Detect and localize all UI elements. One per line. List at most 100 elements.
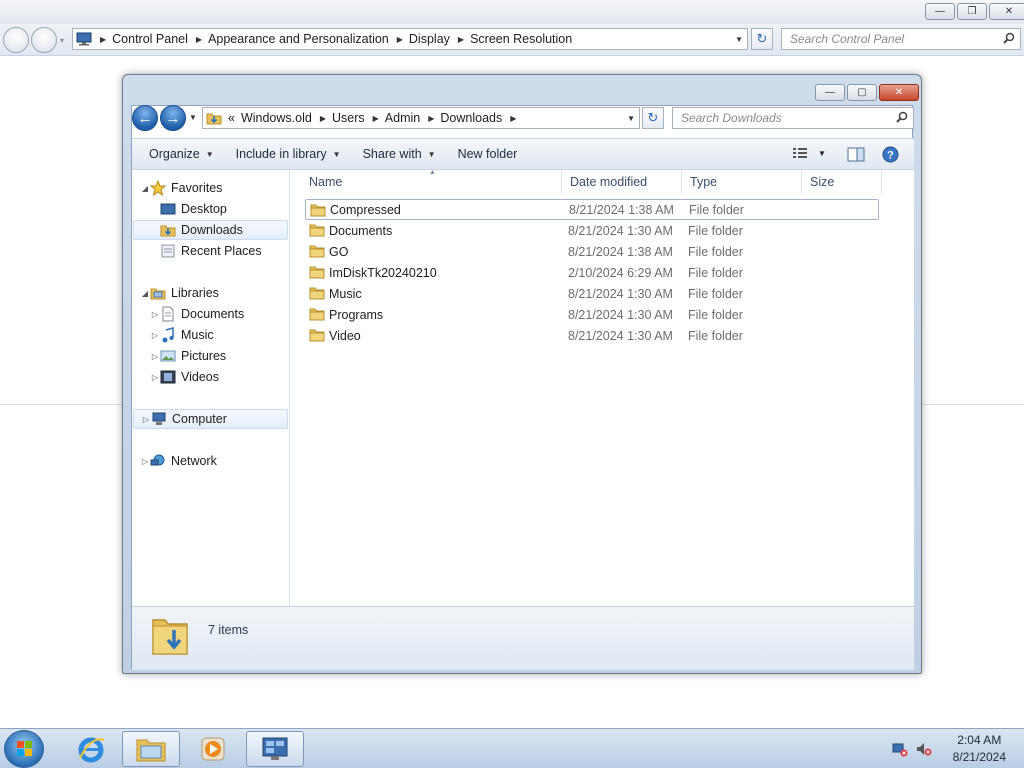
breadcrumb-windows-old[interactable]: Windows.old bbox=[241, 111, 312, 125]
share-with-label: Share with bbox=[362, 147, 422, 161]
close-button[interactable]: ✕ bbox=[989, 3, 1024, 20]
breadcrumb-overflow-icon[interactable]: « bbox=[228, 111, 235, 125]
refresh-button[interactable]: ↻ bbox=[642, 107, 664, 129]
sidebar-item-label: Desktop bbox=[181, 202, 227, 216]
refresh-button[interactable]: ↻ bbox=[751, 28, 773, 50]
breadcrumb-appearance[interactable]: Appearance and Personalization bbox=[208, 32, 389, 46]
sidebar-libraries[interactable]: ◢ Libraries bbox=[140, 283, 288, 303]
search-icon[interactable] bbox=[896, 111, 908, 123]
collapsed-triangle-icon[interactable]: ▷ bbox=[150, 373, 160, 382]
collapsed-triangle-icon[interactable]: ▷ bbox=[140, 457, 150, 466]
network-disconnected-icon[interactable] bbox=[892, 741, 908, 757]
explorer-search-input[interactable]: Search Downloads bbox=[672, 107, 914, 129]
taskbar-media-player[interactable] bbox=[184, 731, 242, 767]
sidebar-computer[interactable]: ▷ Computer bbox=[133, 409, 288, 429]
file-row[interactable]: Music 8/21/2024 1:30 AM File folder bbox=[305, 283, 879, 304]
minimize-button[interactable]: — bbox=[815, 84, 845, 101]
recent-pages-chevron-icon[interactable]: ▾ bbox=[60, 36, 64, 45]
collapsed-triangle-icon[interactable]: ▷ bbox=[150, 352, 160, 361]
sidebar-item-documents[interactable]: ▷ Documents bbox=[150, 304, 288, 324]
back-button[interactable] bbox=[3, 27, 29, 53]
file-name: ImDiskTk20240210 bbox=[329, 265, 437, 280]
breadcrumb-admin[interactable]: Admin bbox=[385, 111, 420, 125]
file-row[interactable]: Programs 8/21/2024 1:30 AM File folder bbox=[305, 304, 879, 325]
collapsed-triangle-icon[interactable]: ▷ bbox=[150, 331, 160, 340]
close-button[interactable]: ✕ bbox=[879, 84, 919, 101]
breadcrumb-control-panel[interactable]: Control Panel bbox=[112, 32, 188, 46]
column-header-date-modified[interactable]: Date modified bbox=[562, 170, 682, 194]
control-panel-icon bbox=[76, 32, 92, 46]
explorer-nav-bar: ← → ▼ « Windows.old ▶ Users ▶ Admin ▶ Do… bbox=[132, 103, 914, 133]
column-header-type-label: Type bbox=[690, 175, 718, 189]
back-arrow-icon: ← bbox=[137, 109, 153, 127]
organize-button[interactable]: Organize ▼ bbox=[141, 142, 222, 166]
include-in-library-button[interactable]: Include in library ▼ bbox=[228, 142, 349, 166]
preview-pane-icon[interactable] bbox=[847, 147, 865, 162]
chevron-down-icon: ▼ bbox=[205, 149, 214, 159]
sidebar-item-desktop[interactable]: Desktop bbox=[160, 199, 288, 219]
sidebar-favorites-label: Favorites bbox=[171, 181, 223, 195]
sidebar-item-downloads[interactable]: Downloads bbox=[133, 220, 288, 240]
forward-button[interactable] bbox=[31, 27, 57, 53]
breadcrumb-display[interactable]: Display bbox=[409, 32, 450, 46]
breadcrumb-users[interactable]: Users bbox=[332, 111, 365, 125]
file-date-modified: 8/21/2024 1:30 AM bbox=[568, 307, 673, 322]
breadcrumb-downloads[interactable]: Downloads bbox=[440, 111, 502, 125]
include-in-library-label: Include in library bbox=[235, 147, 327, 161]
recent-pages-chevron-icon[interactable]: ▼ bbox=[189, 113, 197, 122]
explorer-address-bar[interactable]: « Windows.old ▶ Users ▶ Admin ▶ Download… bbox=[202, 107, 640, 129]
file-row[interactable]: Compressed 8/21/2024 1:38 AM File folder bbox=[305, 199, 879, 220]
share-with-button[interactable]: Share with ▼ bbox=[355, 142, 444, 166]
sidebar-favorites[interactable]: ◢ Favorites bbox=[140, 178, 288, 198]
documents-icon bbox=[160, 306, 176, 322]
collapsed-triangle-icon[interactable]: ▷ bbox=[141, 415, 151, 424]
file-row[interactable]: ImDiskTk20240210 2/10/2024 6:29 AM File fo… bbox=[305, 262, 879, 283]
taskbar-windows-explorer[interactable] bbox=[122, 731, 180, 767]
music-icon bbox=[160, 327, 176, 343]
restore-icon: ❐ bbox=[967, 6, 977, 17]
column-header-type[interactable]: Type bbox=[682, 170, 802, 194]
file-row[interactable]: Video 8/21/2024 1:30 AM File folder bbox=[305, 325, 879, 346]
restore-button[interactable]: ❐ bbox=[957, 3, 987, 20]
sidebar-network[interactable]: ▷ Network bbox=[140, 451, 288, 471]
minimize-button[interactable]: — bbox=[925, 3, 955, 20]
help-icon[interactable]: ? bbox=[882, 146, 899, 163]
network-icon bbox=[150, 453, 166, 469]
column-header-size[interactable]: Size bbox=[802, 170, 882, 194]
control-panel-caption-buttons: — ❐ ✕ bbox=[925, 3, 1024, 20]
new-folder-button[interactable]: New folder bbox=[450, 142, 526, 166]
collapsed-triangle-icon[interactable]: ▷ bbox=[150, 310, 160, 319]
start-button[interactable] bbox=[4, 730, 44, 768]
maximize-button[interactable]: ▢ bbox=[847, 84, 877, 101]
control-panel-address-bar[interactable]: ▶ Control Panel ▶ Appearance and Persona… bbox=[72, 28, 748, 50]
sidebar-item-pictures[interactable]: ▷ Pictures bbox=[150, 346, 288, 366]
volume-muted-icon[interactable] bbox=[916, 741, 932, 757]
back-button[interactable]: ← bbox=[132, 105, 158, 131]
taskbar-control-panel[interactable] bbox=[246, 731, 304, 767]
videos-icon bbox=[160, 369, 176, 385]
file-row[interactable]: Documents 8/21/2024 1:30 AM File folder bbox=[305, 220, 879, 241]
search-icon[interactable] bbox=[1003, 32, 1015, 44]
sidebar-item-recent-places[interactable]: Recent Places bbox=[160, 241, 288, 261]
breadcrumb-screen-resolution[interactable]: Screen Resolution bbox=[470, 32, 572, 46]
expanded-triangle-icon[interactable]: ◢ bbox=[140, 184, 150, 193]
sidebar-item-videos[interactable]: ▷ Videos bbox=[150, 367, 288, 387]
navigation-pane: ◢ Favorites Desktop Downloads Recent Pla… bbox=[132, 170, 290, 606]
sidebar-item-music[interactable]: ▷ Music bbox=[150, 325, 288, 345]
refresh-icon: ↻ bbox=[756, 31, 768, 46]
control-panel-search-input[interactable]: Search Control Panel bbox=[781, 28, 1021, 50]
taskbar-internet-explorer[interactable] bbox=[62, 731, 120, 767]
address-dropdown-icon[interactable]: ▼ bbox=[735, 35, 743, 44]
system-clock[interactable]: 2:04 AM 8/21/2024 bbox=[953, 732, 1006, 766]
details-pane: 7 items bbox=[132, 606, 914, 670]
details-view-icon bbox=[793, 148, 807, 158]
folder-icon bbox=[309, 224, 325, 237]
change-view-button[interactable]: ▼ bbox=[792, 146, 826, 160]
sidebar-item-label: Pictures bbox=[181, 349, 227, 363]
expanded-triangle-icon[interactable]: ◢ bbox=[140, 289, 150, 298]
column-header-name[interactable]: Name bbox=[301, 170, 562, 194]
file-row[interactable]: GO 8/21/2024 1:38 AM File folder bbox=[305, 241, 879, 262]
address-dropdown-icon[interactable]: ▼ bbox=[627, 114, 635, 123]
forward-button[interactable]: → bbox=[160, 105, 186, 131]
breadcrumb-arrow-icon: ▶ bbox=[396, 34, 403, 44]
